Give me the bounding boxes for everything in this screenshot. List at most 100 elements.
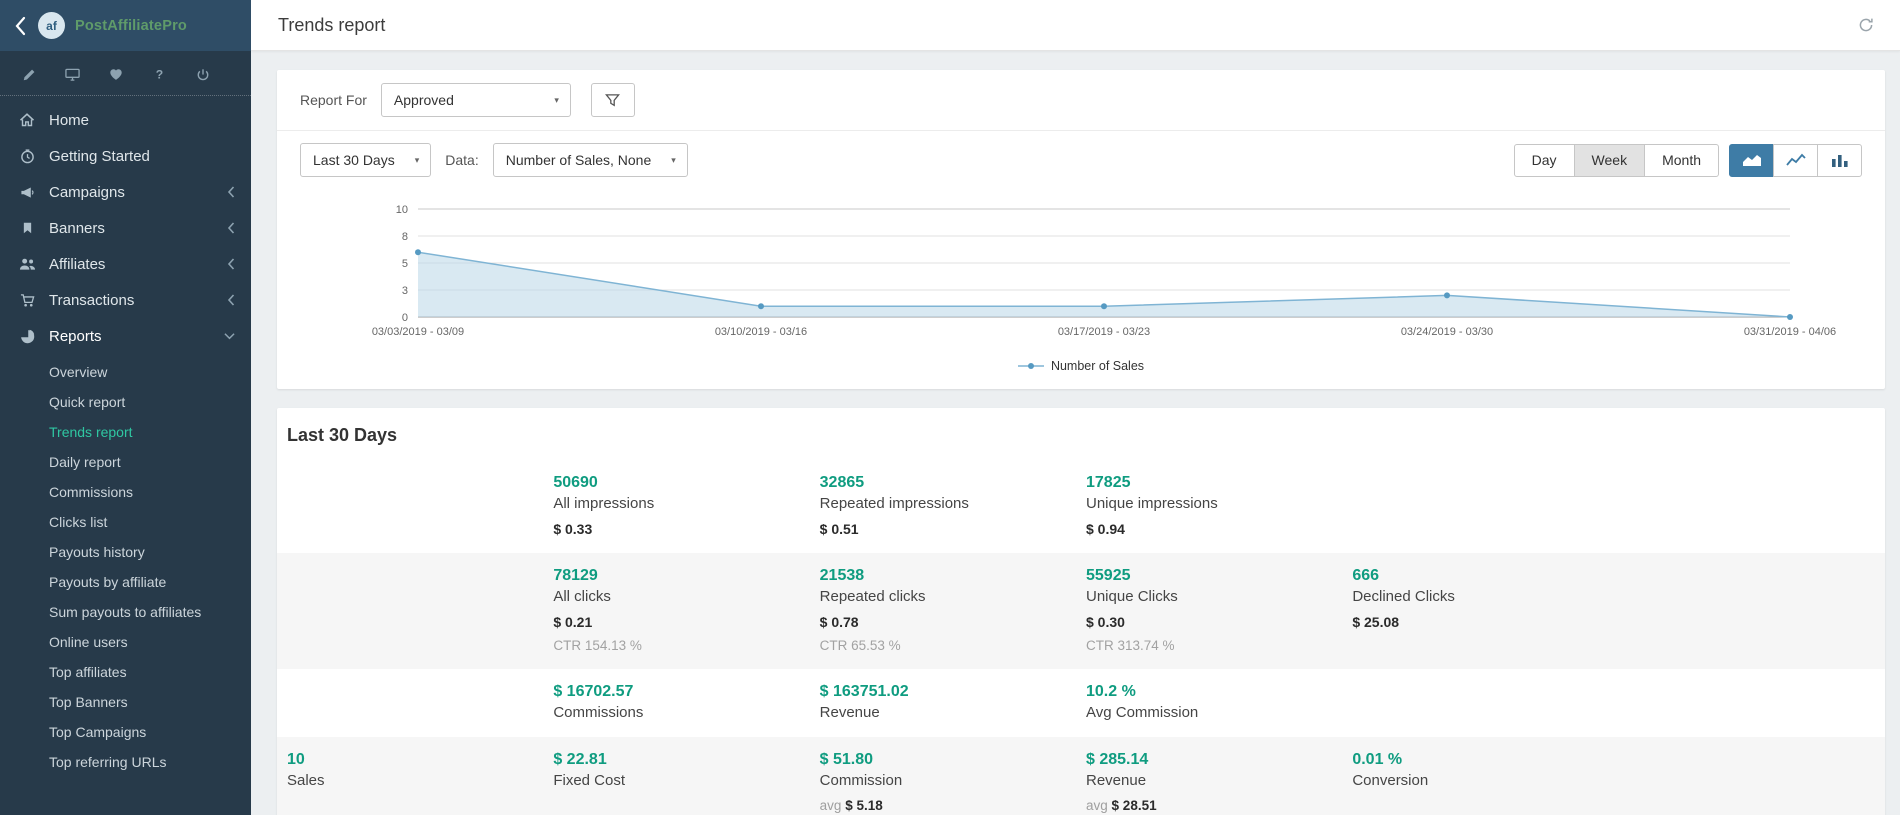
period-button-month[interactable]: Month [1644,144,1719,177]
svg-text:5: 5 [402,258,408,270]
back-button[interactable] [12,12,28,40]
sidebar-item-commissions[interactable]: Commissions [0,477,251,507]
help-icon[interactable]: ? [152,67,167,82]
sidebar-reports-sublist: OverviewQuick reportTrends reportDaily r… [0,354,251,783]
sidebar-item-payouts-by-affiliate[interactable]: Payouts by affiliate [0,567,251,597]
stat-repeated-clicks: 21538Repeated clicks$ 0.78CTR 65.53 % [820,567,1086,653]
chart-filters: Last 30 Days ▾ Data: Number of Sales, No… [300,143,688,177]
stat-label: Sales [287,772,553,789]
chart-view-controls: DayWeekMonth [1514,144,1862,177]
report-for-row: Report For Approved ▾ [277,70,1885,131]
stat-avg-commission: 10.2 %Avg Commission [1086,683,1352,721]
chevron-left-icon [227,258,235,270]
stat-commission: $ 51.80Commissionavg $ 5.18 [820,751,1086,813]
period-button-day[interactable]: Day [1514,144,1575,177]
stat-row: 78129All clicks$ 0.21CTR 154.13 %21538Re… [277,553,1885,669]
sidebar-nav: HomeGetting StartedCampaignsBannersAffil… [0,96,251,354]
chart-legend: Number of Sales [277,351,1885,389]
sidebar-item-top-banners[interactable]: Top Banners [0,687,251,717]
sidebar-item-overview[interactable]: Overview [0,357,251,387]
stat-sub-value: $ 25.08 [1352,614,1618,630]
stat-sub-value: $ 0.94 [1086,521,1352,537]
sidebar-item-online-users[interactable]: Online users [0,627,251,657]
stat-revenue: $ 285.14Revenueavg $ 28.51 [1086,751,1352,813]
sidebar-item-sum-payouts-to-affiliates[interactable]: Sum payouts to affiliates [0,597,251,627]
sidebar-item-top-affiliates[interactable]: Top affiliates [0,657,251,687]
stat-label: Revenue [1086,772,1352,789]
period-button-week[interactable]: Week [1574,144,1646,177]
sidebar-item-clicks-list[interactable]: Clicks list [0,507,251,537]
heart-icon[interactable] [109,68,123,81]
area-chart-button[interactable] [1729,144,1774,177]
svg-text:8: 8 [402,231,408,243]
monitor-icon[interactable] [65,67,80,82]
sidebar-item-top-referring-urls[interactable]: Top referring URLs [0,747,251,777]
stat-value: 10 [287,751,553,769]
svg-text:03/31/2019 - 04/06: 03/31/2019 - 04/06 [1744,326,1836,338]
bar-chart-icon [1830,153,1850,167]
sidebar-item-banners[interactable]: Banners [0,210,251,246]
stat-revenue: $ 163751.02Revenue [820,683,1086,721]
app-logo-icon: af [38,12,65,39]
sidebar-item-getting-started[interactable]: Getting Started [0,138,251,174]
sidebar-item-campaigns[interactable]: Campaigns [0,174,251,210]
banner-icon [17,221,37,235]
power-icon[interactable] [196,68,210,82]
stat-sub-value: $ 0.30 [1086,614,1352,630]
stat-value: $ 285.14 [1086,751,1352,769]
stat-unique-clicks: 55925Unique Clicks$ 0.30CTR 313.74 % [1086,567,1352,653]
trends-chart[interactable]: 10853003/03/2019 - 03/0903/10/2019 - 03/… [366,199,1796,351]
stat-value: 32865 [820,474,1086,492]
stat-label: Revenue [820,704,1086,721]
caret-down-icon: ▾ [554,95,559,106]
stat-label: Commissions [553,704,819,721]
date-range-select[interactable]: Last 30 Days ▾ [300,143,431,177]
trends-chart-svg[interactable]: 10853003/03/2019 - 03/0903/10/2019 - 03/… [366,199,1796,351]
refresh-button[interactable] [1854,13,1878,37]
filter-button[interactable] [591,83,635,117]
pie-icon [17,329,37,344]
home-icon [17,112,37,128]
area-chart-icon [1742,153,1762,167]
stat-label: All clicks [553,588,819,605]
pencil-icon[interactable] [22,68,36,82]
data-series-select[interactable]: Number of Sales, None ▾ [493,143,688,177]
sidebar-item-affiliates[interactable]: Affiliates [0,246,251,282]
stat-label: All impressions [553,495,819,512]
stat-value: $ 51.80 [820,751,1086,769]
summary-title: Last 30 Days [277,408,1885,460]
sidebar-item-trends-report[interactable]: Trends report [0,417,251,447]
sidebar-item-top-campaigns[interactable]: Top Campaigns [0,717,251,747]
svg-text:10: 10 [396,204,408,216]
sidebar-item-quick-report[interactable]: Quick report [0,387,251,417]
bar-chart-button[interactable] [1817,144,1862,177]
stat-label: Fixed Cost [553,772,819,789]
sidebar-header: af PostAffiliatePro [0,0,251,51]
stat-fixed-cost: $ 22.81Fixed Cost [553,751,819,813]
stat-commissions: $ 16702.57Commissions [553,683,819,721]
line-chart-icon [1786,153,1806,167]
stat-repeated-impressions: 32865Repeated impressions$ 0.51 [820,474,1086,537]
sidebar-item-reports[interactable]: Reports [0,318,251,354]
summary-card: Last 30 Days 50690All impressions$ 0.333… [277,408,1885,815]
sidebar-item-home[interactable]: Home [0,102,251,138]
report-for-select[interactable]: Approved ▾ [381,83,571,117]
stat-label: Repeated clicks [820,588,1086,605]
stat-ctr: CTR 65.53 % [820,638,1086,653]
stat-row: 10 Sales$ 22.81Fixed Cost$ 51.80Commissio… [277,737,1885,815]
sidebar-item-daily-report[interactable]: Daily report [0,447,251,477]
line-chart-button[interactable] [1773,144,1818,177]
report-for-label: Report For [300,92,367,108]
stat-sub-value: $ 0.21 [553,614,819,630]
stat-avg: avg $ 5.18 [820,798,1086,813]
sidebar-item-payouts-history[interactable]: Payouts history [0,537,251,567]
chevron-down-icon [224,332,235,340]
stat-value: 17825 [1086,474,1352,492]
svg-text:03/24/2019 - 03/30: 03/24/2019 - 03/30 [1401,326,1493,338]
filter-chart-card: Report For Approved ▾ Last 30 Days ▾ Dat… [277,70,1885,389]
main-area: Trends report Report For Approved ▾ La [251,0,1900,815]
sidebar-item-transactions[interactable]: Transactions [0,282,251,318]
stat-ctr: CTR 313.74 % [1086,638,1352,653]
refresh-icon [1858,17,1874,33]
content: Report For Approved ▾ Last 30 Days ▾ Dat… [251,51,1900,815]
